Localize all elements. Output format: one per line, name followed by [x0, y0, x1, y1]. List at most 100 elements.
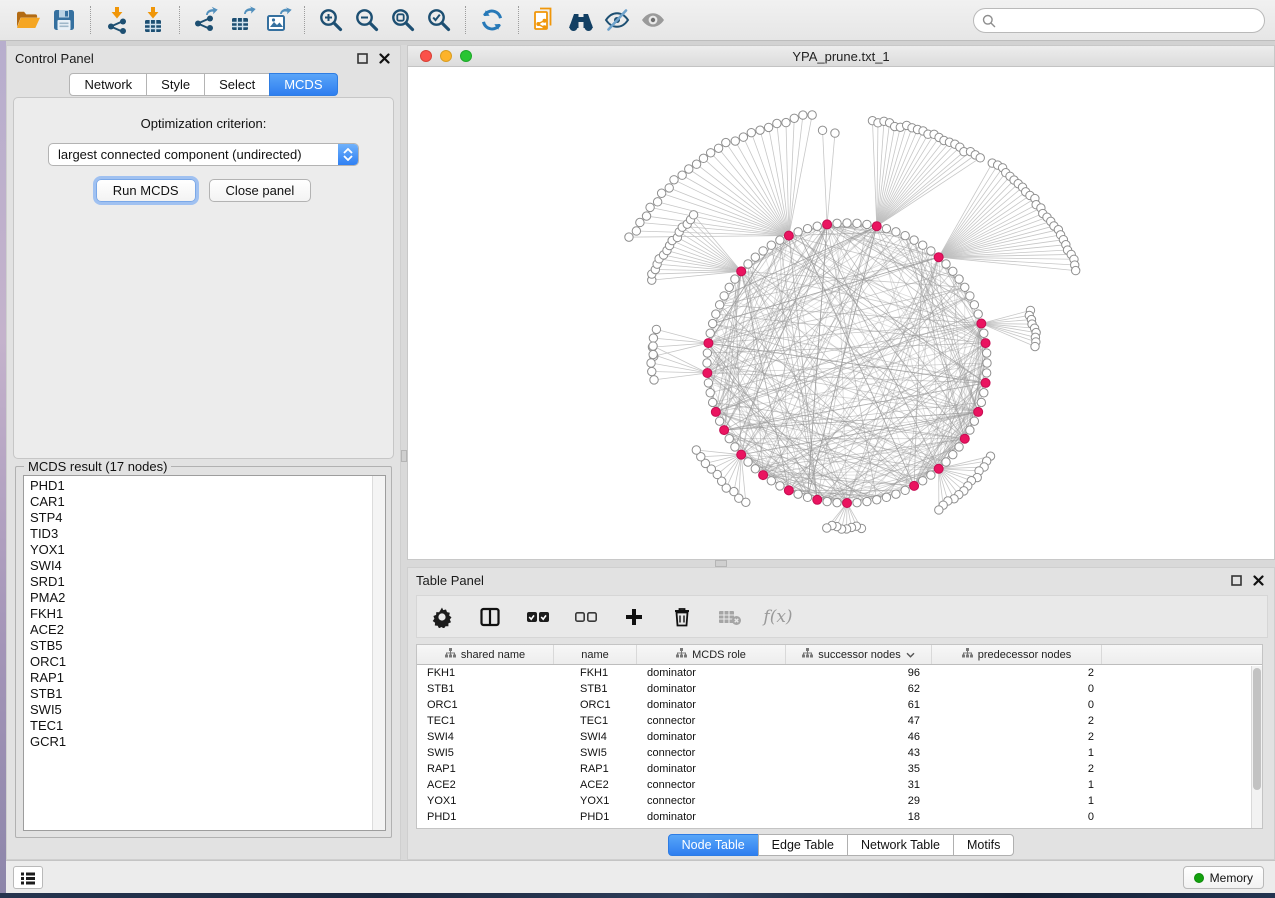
run-mcds-button[interactable]: Run MCDS	[96, 179, 196, 202]
mcds-result-item[interactable]: ORC1	[30, 654, 385, 670]
search-input[interactable]	[996, 14, 1264, 28]
column-header-shared-name[interactable]: shared name	[417, 645, 554, 664]
export-table-icon[interactable]	[224, 4, 260, 36]
table-scrollbar-thumb[interactable]	[1253, 668, 1261, 790]
tab-network-table[interactable]: Network Table	[847, 834, 954, 856]
cell-shared-name: ORC1	[417, 697, 554, 713]
mcds-result-item[interactable]: FKH1	[30, 606, 385, 622]
mcds-result-list[interactable]: PHD1CAR1STP4TID3YOX1SWI4SRD1PMA2FKH1ACE2…	[23, 475, 386, 831]
toolbar-separator	[518, 6, 519, 34]
table-row[interactable]: RAP1RAP1dominator352	[417, 761, 1262, 777]
add-column-icon[interactable]	[621, 604, 647, 630]
table-row[interactable]: SWI4SWI4dominator462	[417, 729, 1262, 745]
zoom-in-icon[interactable]	[313, 4, 349, 36]
cell-MCDS-role: connector	[637, 745, 786, 761]
column-header-predecessor-nodes[interactable]: predecessor nodes	[932, 645, 1102, 664]
panel-list-button[interactable]	[13, 866, 43, 889]
import-network-icon[interactable]	[99, 4, 135, 36]
cell-predecessor-nodes: 1	[932, 777, 1102, 793]
open-file-icon[interactable]	[10, 4, 46, 36]
delete-table-icon	[717, 604, 743, 630]
mcds-result-item[interactable]: RAP1	[30, 670, 385, 686]
show-hidden-eye-icon[interactable]	[635, 4, 671, 36]
float-panel-icon[interactable]	[1228, 572, 1244, 588]
mcds-result-item[interactable]: PMA2	[30, 590, 385, 606]
mcds-result-item[interactable]: PHD1	[30, 478, 385, 494]
table-row[interactable]: ORC1ORC1dominator610	[417, 697, 1262, 713]
export-network-icon[interactable]	[188, 4, 224, 36]
close-panel-icon[interactable]	[376, 50, 392, 66]
mcds-result-item[interactable]: STP4	[30, 510, 385, 526]
column-header-name[interactable]: name	[554, 645, 637, 664]
tab-motifs[interactable]: Motifs	[953, 834, 1014, 856]
close-panel-icon[interactable]	[1250, 572, 1266, 588]
cell-predecessor-nodes: 0	[932, 681, 1102, 697]
search-box[interactable]	[973, 8, 1265, 33]
cell-shared-name: ACE2	[417, 777, 554, 793]
table-row[interactable]: YOX1YOX1connector291	[417, 793, 1262, 809]
import-table-icon[interactable]	[135, 4, 171, 36]
cell-name: STB1	[554, 681, 637, 697]
network-graph[interactable]	[408, 67, 1274, 559]
mcds-result-item[interactable]: TID3	[30, 526, 385, 542]
table-row[interactable]: SWI5SWI5connector431	[417, 745, 1262, 761]
mcds-result-item[interactable]: SWI5	[30, 702, 385, 718]
show-columns-icon[interactable]	[477, 604, 503, 630]
table-settings-gear-icon[interactable]	[429, 604, 455, 630]
optimization-criterion-label: Optimization criterion:	[14, 116, 393, 131]
float-panel-icon[interactable]	[354, 50, 370, 66]
binoculars-icon[interactable]	[563, 4, 599, 36]
horizontal-splitter-handle[interactable]	[715, 560, 727, 567]
tab-edge-table[interactable]: Edge Table	[758, 834, 848, 856]
mcds-result-item[interactable]: STB5	[30, 638, 385, 654]
tab-style[interactable]: Style	[146, 73, 205, 96]
toolbar-separator	[304, 6, 305, 34]
hide-selected-eye-slash-icon[interactable]	[599, 4, 635, 36]
close-panel-button[interactable]: Close panel	[209, 179, 312, 202]
export-image-icon[interactable]	[260, 4, 296, 36]
tab-mcds[interactable]: MCDS	[269, 73, 337, 96]
mcds-result-item[interactable]: SRD1	[30, 574, 385, 590]
table-row[interactable]: TEC1TEC1connector472	[417, 713, 1262, 729]
column-header-MCDS-role[interactable]: MCDS role	[637, 645, 786, 664]
delete-column-trash-icon[interactable]	[669, 604, 695, 630]
mcds-result-item[interactable]: SWI4	[30, 558, 385, 574]
zoom-fit-icon[interactable]	[385, 4, 421, 36]
tab-select[interactable]: Select	[204, 73, 270, 96]
mcds-list-scrollbar[interactable]	[372, 476, 385, 830]
optimization-criterion-select[interactable]: largest connected component (undirected)	[48, 143, 359, 166]
table-row[interactable]: FKH1FKH1dominator962	[417, 665, 1262, 681]
mcds-result-item[interactable]: STB1	[30, 686, 385, 702]
mcds-result-item[interactable]: TEC1	[30, 718, 385, 734]
cell-predecessor-nodes: 0	[932, 697, 1102, 713]
zoom-selected-icon[interactable]	[421, 4, 457, 36]
refresh-icon[interactable]	[474, 4, 510, 36]
network-window-titlebar[interactable]: YPA_prune.txt_1	[408, 46, 1274, 67]
tab-network[interactable]: Network	[69, 73, 147, 96]
select-all-icon[interactable]	[525, 604, 551, 630]
zoom-out-icon[interactable]	[349, 4, 385, 36]
memory-button[interactable]: Memory	[1183, 866, 1264, 889]
network-canvas[interactable]	[408, 67, 1274, 559]
save-session-icon[interactable]	[46, 4, 82, 36]
column-header-successor-nodes[interactable]: successor nodes	[786, 645, 932, 664]
tab-node-table[interactable]: Node Table	[668, 834, 759, 856]
mcds-result-item[interactable]: YOX1	[30, 542, 385, 558]
mcds-result-item[interactable]: CAR1	[30, 494, 385, 510]
mcds-result-item[interactable]: GCR1	[30, 734, 385, 750]
cell-predecessor-nodes: 0	[932, 809, 1102, 825]
cell-successor-nodes: 43	[786, 745, 932, 761]
cell-predecessor-nodes: 1	[932, 793, 1102, 809]
mcds-result-item[interactable]: ACE2	[30, 622, 385, 638]
table-row[interactable]: PHD1PHD1dominator180	[417, 809, 1262, 825]
cell-MCDS-role: dominator	[637, 729, 786, 745]
clone-network-icon[interactable]	[527, 4, 563, 36]
table-row[interactable]: STB1STB1dominator620	[417, 681, 1262, 697]
table-row[interactable]: ACE2ACE2connector311	[417, 777, 1262, 793]
cell-MCDS-role: dominator	[637, 761, 786, 777]
cell-shared-name: YOX1	[417, 793, 554, 809]
cell-shared-name: STB1	[417, 681, 554, 697]
table-scrollbar[interactable]	[1251, 666, 1262, 829]
horizontal-splitter[interactable]	[407, 560, 1275, 567]
deselect-all-icon[interactable]	[573, 604, 599, 630]
